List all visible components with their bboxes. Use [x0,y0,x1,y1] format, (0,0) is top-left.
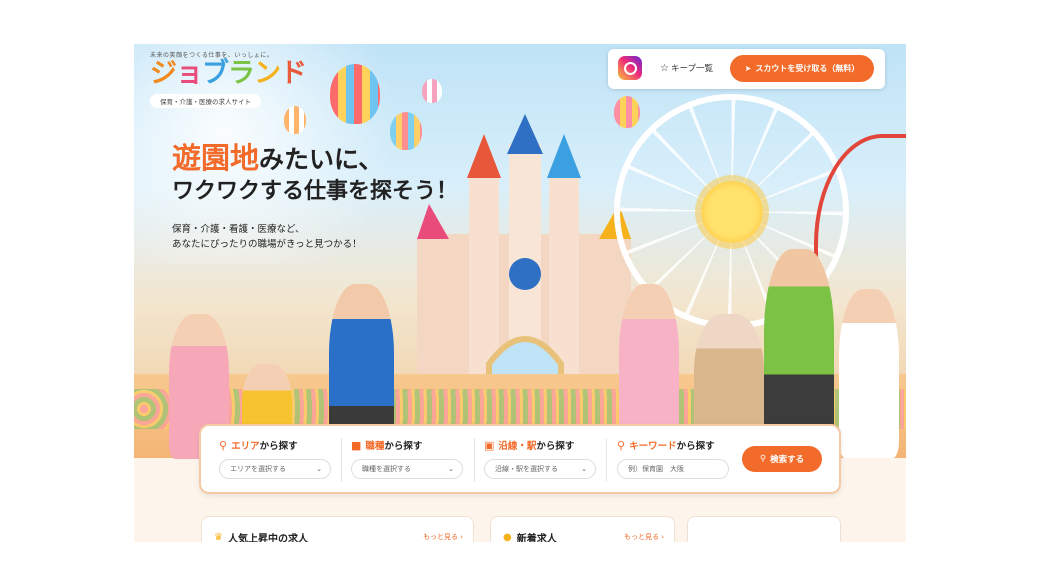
instagram-icon[interactable] [618,56,642,80]
briefcase-icon: ■ [351,438,362,452]
balloon-decoration [422,79,442,103]
station-label-highlight: 沿線・駅 [498,441,537,452]
side-card [687,516,841,542]
search-button-label: 検索する [770,455,805,465]
area-select[interactable]: エリアを選択する ⌄ [219,459,331,479]
star-icon: ☆ [660,63,669,74]
scout-signup-button[interactable]: ➤ スカウトを受け取る（無料） [730,55,874,82]
logo-char: ブ [202,58,229,89]
chevron-down-icon: ⌄ [316,465,322,473]
popular-jobs-title: 人気上昇中の求人 [227,534,308,542]
hero-description: 保育・介護・看護・医療など、 あなたにぴったりの職場がきっと見つかる！ [172,222,362,252]
chevron-down-icon: ⌄ [448,465,454,473]
new-jobs-card: ● 新着求人 もっと見る › [490,516,675,542]
divider [606,438,607,482]
search-icon: ⚲ [759,454,767,464]
job-label-highlight: 職種 [365,441,385,452]
desc-line1: 保育・介護・看護・医療など、 [172,224,305,235]
new-jobs-more-link[interactable]: もっと見る › [624,532,664,542]
page: 未来の笑顔をつくる仕事を、いっしょに。 ジョブランド 保育・介護・医療の求人サイ… [134,44,906,542]
keyword-label-highlight: キーワード [629,441,677,452]
chevron-down-icon: ⌄ [581,465,587,473]
area-label-highlight: エリア [231,441,260,452]
scout-signup-label: スカウトを受け取る（無料） [755,64,860,73]
logo-char: ン [254,58,281,89]
hero-section: 未来の笑顔をつくる仕事を、いっしょに。 ジョブランド 保育・介護・医療の求人サイ… [134,44,906,459]
search-icon: ⚲ [617,438,626,452]
job-search-field: ■ 職種から探す 職種を選択する ⌄ [351,438,463,479]
top-utility-bar: ☆ キープ一覧 ➤ スカウトを受け取る（無料） [608,49,885,89]
balloon-decoration [330,64,380,124]
logo-char: ラ [228,58,255,89]
station-select-placeholder: 沿線・駅を選択する [495,465,558,473]
site-logo-block[interactable]: 未来の笑顔をつくる仕事を、いっしょに。 ジョブランド 保育・介護・医療の求人サイ… [150,50,310,108]
keyword-input-placeholder: 例）保育園 大阪 [628,465,684,473]
area-label-rest: から探す [259,441,298,452]
hero-headline: 遊園地みたいに、 ワクワクする仕事を探そう！ [172,142,458,208]
area-search-field: ⚲ エリアから探す エリアを選択する ⌄ [219,438,331,479]
headline-accent: 遊園地 [172,141,260,175]
keyword-label-rest: から探す [676,441,715,452]
station-label-rest: から探す [536,441,575,452]
site-logo[interactable]: ジョブランド [150,59,310,89]
site-subtitle: 保育・介護・医療の求人サイト [150,94,261,108]
popular-jobs-card: ♛ 人気上昇中の求人 もっと見る › [201,516,474,542]
station-select[interactable]: 沿線・駅を選択する ⌄ [484,459,596,479]
search-panel: ⚲ エリアから探す エリアを選択する ⌄ ■ 職種から探す 職種を選択する ⌄ ▣ 沿線・… [199,424,841,494]
person-illustration [839,289,899,458]
crown-icon: ♛ [214,532,223,542]
new-badge-icon: ● [503,532,512,542]
job-select[interactable]: 職種を選択する ⌄ [351,459,463,479]
balloon-decoration [284,106,306,134]
keyword-input[interactable]: 例）保育園 大阪 [617,459,729,479]
keyword-search-field: ⚲ キーワードから探す 例）保育園 大阪 [617,438,729,479]
paper-plane-icon: ➤ [744,64,752,73]
area-select-placeholder: エリアを選択する [230,465,286,473]
divider [474,438,475,482]
desc-line2: あなたにぴったりの職場がきっと見つかる！ [172,239,362,250]
search-button[interactable]: ⚲ 検索する [742,446,822,472]
headline-line2: ワクワクする仕事を探そう！ [172,179,459,204]
sun-mascot-illustration [701,181,763,243]
station-search-field: ▣ 沿線・駅から探す 沿線・駅を選択する ⌄ [484,438,596,479]
logo-char: ド [280,58,307,89]
map-pin-icon: ⚲ [219,438,228,452]
job-label-rest: から探す [384,441,423,452]
train-icon: ▣ [484,438,495,452]
logo-char: ョ [176,58,203,89]
logo-char: ジ [150,58,177,89]
headline-rest: みたいに、 [259,145,384,174]
job-select-placeholder: 職種を選択する [362,465,411,473]
new-jobs-title: 新着求人 [516,534,557,542]
keep-list-label: キープ一覧 [670,64,713,74]
divider [341,438,342,482]
popular-jobs-more-link[interactable]: もっと見る › [423,532,463,542]
keep-list-link[interactable]: ☆ キープ一覧 [660,62,713,74]
